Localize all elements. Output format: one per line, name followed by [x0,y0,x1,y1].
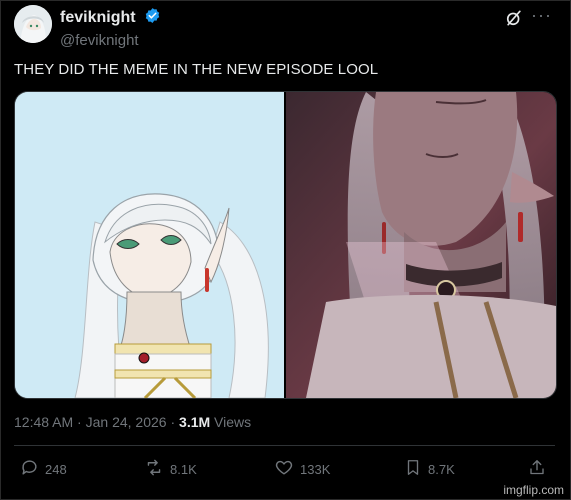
like-count: 133K [300,461,331,477]
screenshot-panel [286,92,556,398]
author-handle[interactable]: @feviknight [60,32,161,49]
more-options-button[interactable]: ··· [531,5,552,26]
repost-button[interactable]: 8.1K [144,458,197,480]
tweet-time[interactable]: 12:48 AM [14,414,73,430]
tweet-meta: 12:48 AM · Jan 24, 2026 · 3.1M Views [14,414,251,430]
grok-icon[interactable] [504,8,524,33]
avatar[interactable] [14,5,52,43]
reply-button[interactable]: 248 [20,458,67,480]
reply-icon [20,458,39,480]
share-button[interactable] [528,458,546,480]
views-count: 3.1M [179,414,211,430]
bookmark-button[interactable]: 8.7K [404,458,455,480]
meta-separator: · [170,414,176,430]
watermark: imgflip.com [500,482,567,498]
share-icon [528,458,546,480]
author-display-name[interactable]: feviknight [60,9,136,27]
bookmark-count: 8.7K [428,461,455,477]
meta-separator: · [77,414,82,430]
drawing-panel [15,92,284,398]
repost-icon [144,458,164,480]
verified-badge-icon [144,7,161,29]
action-bar: 248 8.1K 133K 8.7K [14,458,544,484]
tweet-media[interactable] [14,91,557,399]
divider [14,445,555,446]
heart-icon [274,458,294,480]
like-button[interactable]: 133K [274,458,330,480]
tweet-text: THEY DID THE MEME IN THE NEW EPISODE LOO… [14,61,379,78]
bookmark-icon [404,458,422,480]
tweet-header: feviknight @feviknight ··· [14,5,560,49]
author-names: feviknight @feviknight [60,7,161,49]
repost-count: 8.1K [170,461,197,477]
reply-count: 248 [45,461,67,477]
views-label: Views [214,414,252,430]
tweet-date[interactable]: Jan 24, 2026 [86,414,167,430]
